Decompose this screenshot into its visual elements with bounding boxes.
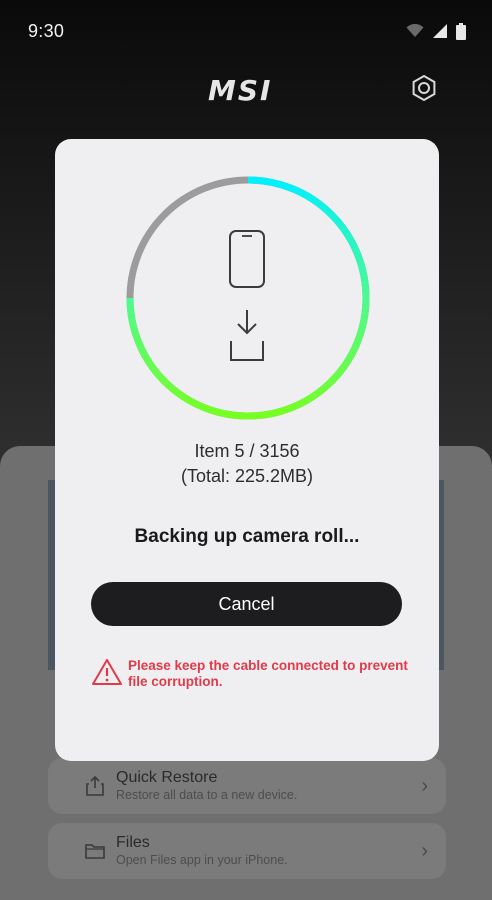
- ring-center-icons: [229, 230, 265, 361]
- card-title: Files: [116, 834, 150, 851]
- cellular-signal-icon: [433, 24, 447, 38]
- download-icon: [230, 310, 264, 361]
- settings-button[interactable]: [406, 70, 442, 106]
- card-title: Quick Restore: [116, 769, 218, 786]
- card-subtitle: Open Files app in your iPhone.: [116, 853, 288, 867]
- card-text: Files Open Files app in your iPhone.: [116, 834, 421, 868]
- card-text: Quick Restore Restore all data to a new …: [116, 769, 421, 803]
- gear-icon: [412, 74, 436, 102]
- quick-restore-card[interactable]: Quick Restore Restore all data to a new …: [48, 758, 446, 814]
- msi-logo: MSI: [208, 74, 273, 107]
- warning-text: Please keep the cable connected to preve…: [128, 658, 408, 689]
- files-card[interactable]: Files Open Files app in your iPhone. ›: [48, 823, 446, 879]
- status-time: 9:30: [28, 20, 65, 41]
- cable-warning: Please keep the cable connected to preve…: [91, 658, 411, 690]
- total-size-text: (Total: 225.2MB): [180, 466, 314, 486]
- wifi-icon: [406, 24, 424, 37]
- status-bar: 9:30: [0, 0, 492, 62]
- chevron-right-icon: ›: [421, 839, 428, 862]
- app-header: MSI: [0, 62, 492, 114]
- status-icons: [406, 22, 466, 40]
- card-subtitle: Restore all data to a new device.: [116, 788, 298, 802]
- item-count-text: Item 5 / 3156: [194, 441, 300, 461]
- share-upload-icon: [84, 775, 106, 797]
- chevron-right-icon: ›: [421, 774, 428, 797]
- backup-progress-dialog: Item 5 / 3156 (Total: 225.2MB) Backing u…: [55, 139, 439, 761]
- cancel-button[interactable]: Cancel: [91, 582, 402, 626]
- folder-icon: [84, 840, 106, 862]
- battery-icon: [456, 22, 466, 40]
- phone-icon: [229, 230, 265, 288]
- warning-triangle-icon: [92, 659, 122, 685]
- backup-status-message: Backing up camera roll...: [134, 526, 360, 547]
